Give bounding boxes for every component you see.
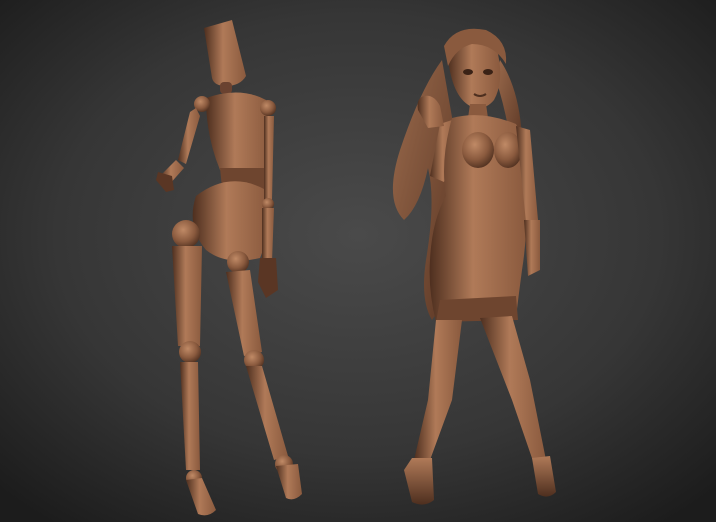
figure-eye [483,69,493,75]
figure-eye [463,69,473,75]
mannequin-knee-joint [179,341,201,363]
mannequin-neck [220,82,232,94]
figure-bust [462,132,494,168]
background-gradient [0,0,716,522]
mannequin-shoulder-joint [260,100,276,116]
mannequin-hip-joint [172,220,200,248]
sculpt-viewport[interactable] [0,0,716,522]
mannequin-hip-joint [227,251,249,273]
viewport-canvas [0,0,716,522]
mannequin-forearm [262,208,274,262]
